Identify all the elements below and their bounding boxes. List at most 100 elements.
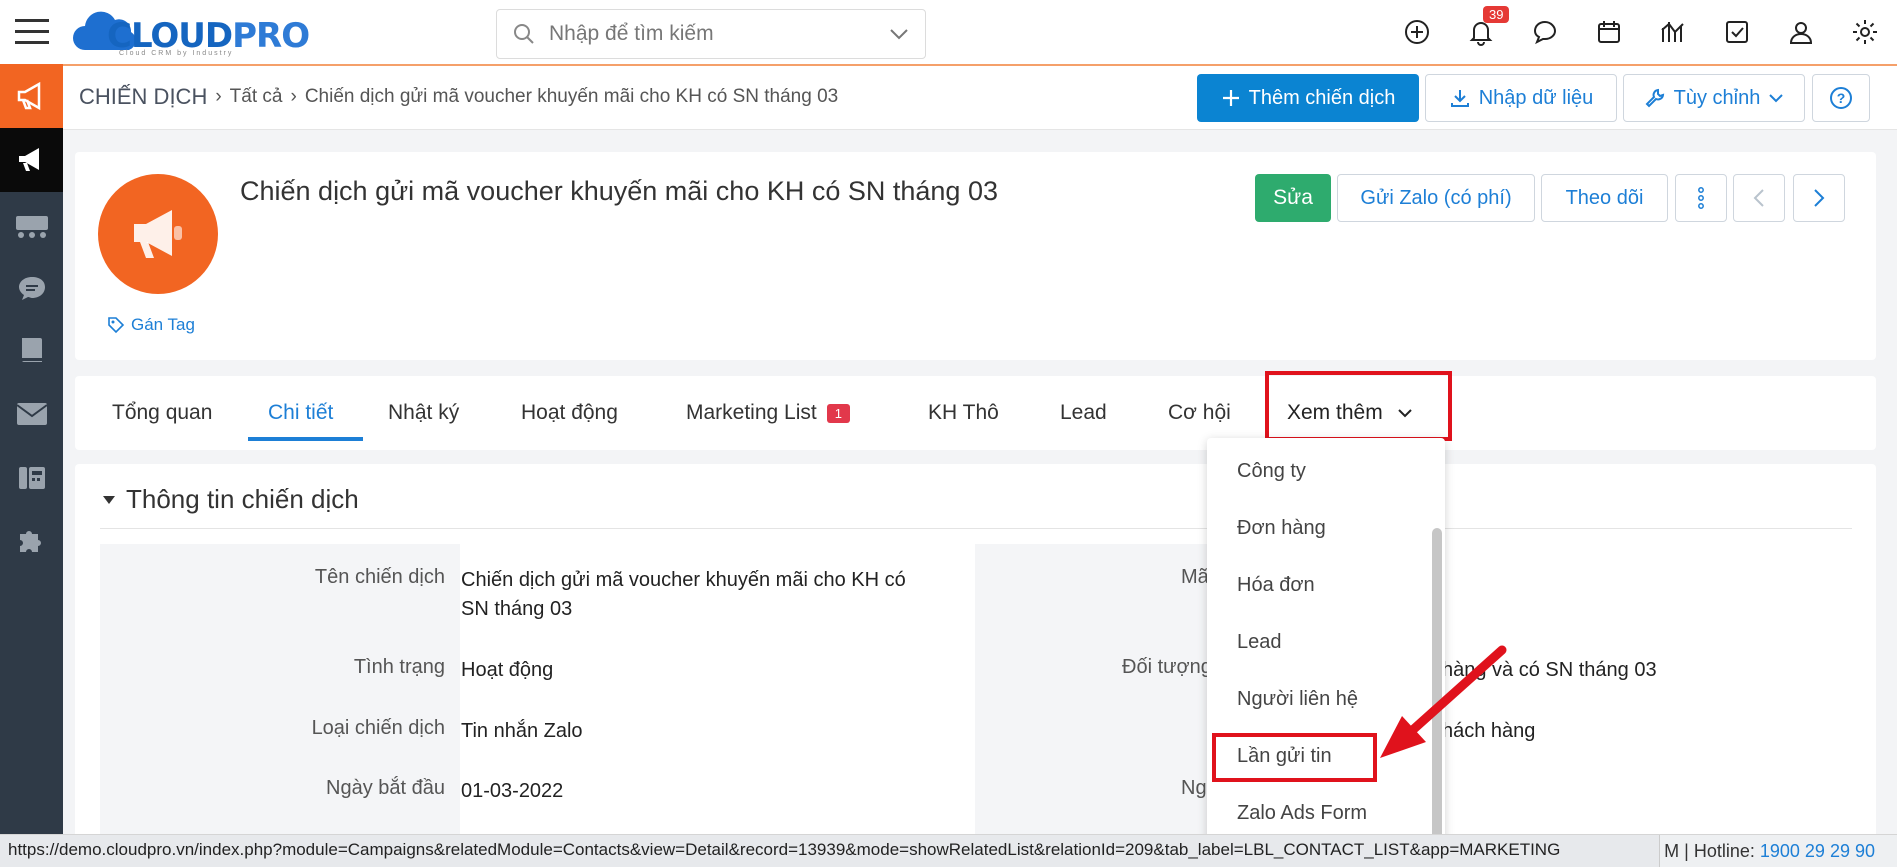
top-bar: CLOUDPRO Cloud CRM by Industry Nhập để t…: [63, 0, 1897, 66]
svg-text:?: ?: [1837, 90, 1846, 106]
follow-button[interactable]: Theo dõi: [1541, 174, 1668, 222]
import-data-button[interactable]: Nhập dữ liệu: [1425, 74, 1617, 122]
tab-activities[interactable]: Hoạt động: [521, 376, 618, 450]
breadcrumb-bar: CHIẾN DỊCH › Tất cả › Chiến dịch gửi mã …: [63, 66, 1897, 130]
dropdown-item-invoices[interactable]: Hóa đơn: [1237, 574, 1315, 597]
details-section: Thông tin chiến dịch Tên chiến dịch Chiế…: [75, 464, 1876, 867]
tag-icon: [108, 317, 125, 334]
field-value-status: Hoạt động: [461, 659, 554, 681]
chevron-down-icon[interactable]: [889, 27, 909, 41]
field-label-start-date: Ngày bắt đầu: [326, 777, 445, 799]
tab-log[interactable]: Nhật ký: [388, 376, 459, 450]
annotation-arrow: [1380, 645, 1507, 758]
dropdown-item-lead[interactable]: Lead: [1237, 631, 1282, 654]
gear-icon: [1853, 20, 1877, 44]
customize-label: Tùy chỉnh: [1673, 86, 1761, 109]
dropdown-item-company[interactable]: Công ty: [1237, 460, 1306, 483]
plus-circle-icon: [1405, 20, 1429, 44]
hotline-label: M | Hotline:: [1664, 841, 1755, 861]
book-icon: [21, 338, 42, 362]
search-icon: [514, 24, 534, 44]
hotline: M | Hotline: 1900 29 29 90: [1664, 841, 1875, 862]
more-actions-button[interactable]: [1675, 174, 1727, 222]
hotline-number[interactable]: 1900 29 29 90: [1760, 841, 1875, 861]
reports-button[interactable]: [1655, 14, 1691, 50]
breadcrumb-root[interactable]: CHIẾN DỊCH: [79, 84, 207, 110]
customize-button[interactable]: Tùy chỉnh: [1623, 74, 1805, 122]
hamburger-icon: [14, 19, 49, 44]
chevron-right-icon: [1814, 189, 1825, 207]
notification-badge: 39: [1483, 6, 1510, 23]
calendar-button[interactable]: [1591, 14, 1627, 50]
dropdown-item-orders[interactable]: Đơn hàng: [1237, 517, 1326, 540]
tab-marketing-list[interactable]: Marketing List 1: [686, 376, 850, 450]
breadcrumb: CHIẾN DỊCH › Tất cả › Chiến dịch gửi mã …: [79, 84, 838, 110]
menu-toggle-button[interactable]: [0, 0, 63, 64]
search-input[interactable]: Nhập để tìm kiếm: [549, 22, 714, 46]
profile-button[interactable]: [1783, 14, 1819, 50]
send-zalo-button[interactable]: Gửi Zalo (có phí): [1337, 174, 1535, 222]
chat-icon: [18, 277, 45, 300]
import-data-label: Nhập dữ liệu: [1478, 86, 1594, 109]
sidebar: [0, 0, 63, 867]
field-label-campaign-type: Loại chiến dịch: [311, 717, 445, 739]
add-tag-button[interactable]: Gán Tag: [107, 315, 195, 335]
tab-raw-customers[interactable]: KH Thô: [928, 376, 999, 450]
sidebar-item-knowledge[interactable]: [0, 318, 63, 382]
link-preview-url: https://demo.cloudpro.vn/index.php?modul…: [0, 835, 1660, 867]
edit-button[interactable]: Sửa: [1255, 174, 1331, 222]
chart-icon: [1661, 22, 1684, 42]
sidebar-item-marketing[interactable]: [0, 64, 63, 128]
field-value-campaign-type: Tin nhắn Zalo: [461, 720, 583, 742]
highlight-send-history: [1212, 733, 1377, 782]
previous-record-button[interactable]: [1733, 174, 1785, 222]
tab-marketing-list-label: Marketing List: [686, 401, 817, 424]
field-label-end-date: Ng: [1181, 777, 1207, 799]
cloudpro-logo[interactable]: CLOUDPRO Cloud CRM by Industry: [71, 6, 310, 58]
help-button[interactable]: ?: [1812, 74, 1870, 122]
record-header: Gán Tag Chiến dịch gửi mã voucher khuyến…: [75, 152, 1876, 360]
quick-create-button[interactable]: [1399, 14, 1435, 50]
megaphone-filled-icon: [18, 148, 39, 171]
chat-bubble-icon: [1533, 20, 1557, 45]
global-search[interactable]: Nhập để tìm kiếm: [496, 9, 926, 59]
sidebar-item-campaigns[interactable]: [0, 128, 63, 192]
add-tag-label: Gán Tag: [131, 315, 195, 334]
settings-button[interactable]: [1847, 14, 1883, 50]
add-campaign-button[interactable]: Thêm chiến dịch: [1197, 74, 1419, 122]
sidebar-item-email[interactable]: [0, 382, 63, 446]
left-label-column: [100, 544, 460, 867]
mail-icon: [15, 403, 48, 425]
sidebar-item-customers[interactable]: [0, 196, 63, 260]
next-record-button[interactable]: [1793, 174, 1845, 222]
status-bar: https://demo.cloudpro.vn/index.php?modul…: [0, 834, 1897, 867]
calendar-icon: [1598, 21, 1620, 43]
chat-button[interactable]: [1527, 14, 1563, 50]
sidebar-item-chat[interactable]: [0, 256, 63, 320]
section-title[interactable]: Thông tin chiến dịch: [102, 484, 359, 515]
dropdown-item-contacts[interactable]: Người liên hệ: [1237, 688, 1358, 711]
marketing-list-badge: 1: [826, 403, 850, 423]
top-icons: 39: [1399, 6, 1883, 50]
field-value-start-date: 01-03-2022: [461, 780, 564, 802]
tab-lead[interactable]: Lead: [1060, 376, 1107, 450]
caret-down-icon: [103, 495, 115, 504]
field-label-campaign-name: Tên chiến dịch: [314, 566, 445, 588]
fax-icon: [18, 467, 45, 489]
section-title-text: Thông tin chiến dịch: [126, 484, 359, 514]
field-label-status: Tình trạng: [353, 656, 445, 678]
breadcrumb-all[interactable]: Tất cả: [230, 86, 283, 108]
add-campaign-label: Thêm chiến dịch: [1248, 86, 1396, 109]
tasks-button[interactable]: [1719, 14, 1755, 50]
sidebar-item-extensions[interactable]: [0, 508, 63, 572]
wrench-icon: [1645, 88, 1664, 108]
tab-overview[interactable]: Tổng quan: [112, 376, 212, 450]
sidebar-item-phone[interactable]: [0, 444, 63, 508]
field-label-target: Đối tượng: [1122, 656, 1212, 678]
dropdown-item-zalo-ads-form[interactable]: Zalo Ads Form: [1237, 802, 1367, 825]
notifications-button[interactable]: 39: [1463, 6, 1510, 50]
checkbox-icon: [1726, 21, 1748, 43]
megaphone-icon: [134, 210, 182, 258]
record-avatar: [98, 174, 218, 294]
megaphone-icon: [17, 81, 40, 111]
